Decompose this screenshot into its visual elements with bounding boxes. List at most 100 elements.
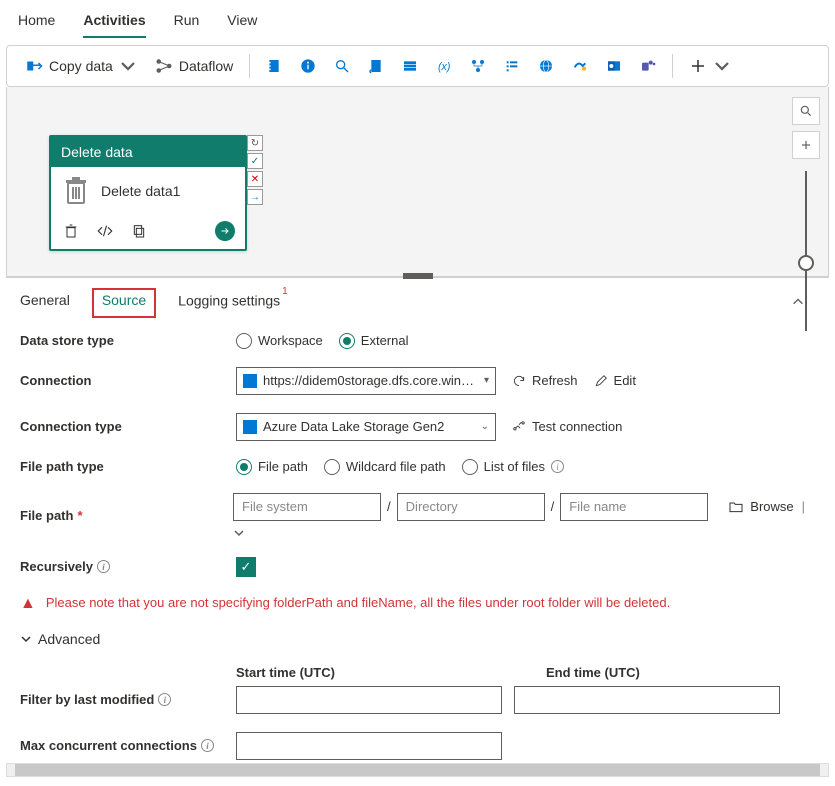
canvas-add-button[interactable] (792, 131, 820, 159)
handle-failure[interactable]: ✕ (247, 171, 263, 187)
connection-label: Connection (20, 373, 236, 388)
delete-activity-button[interactable] (61, 221, 81, 241)
recursively-checkbox[interactable]: ✓ (236, 557, 256, 577)
chevron-up-icon (791, 295, 805, 309)
chevron-down-icon: ⌄ (481, 421, 489, 432)
zoom-slider-thumb[interactable] (798, 255, 814, 271)
search-icon (799, 104, 813, 118)
tab-home[interactable]: Home (18, 8, 55, 38)
list-icon (504, 57, 520, 75)
handle-success[interactable]: ✓ (247, 153, 263, 169)
notebook-button[interactable] (260, 52, 288, 80)
canvas-search-button[interactable] (792, 97, 820, 125)
activity-card[interactable]: Delete data Delete data1 (49, 135, 247, 251)
chevron-down-icon[interactable] (233, 527, 245, 539)
test-connection-icon (512, 420, 526, 434)
outlook-button[interactable] (600, 52, 628, 80)
svg-text:(x): (x) (438, 61, 450, 73)
connection-type-combo[interactable]: Azure Data Lake Storage Gen2 ⌄ (236, 413, 496, 441)
copy-activity-button[interactable] (129, 221, 149, 241)
tab-activities[interactable]: Activities (83, 8, 145, 38)
refresh-button[interactable]: Refresh (512, 373, 578, 388)
tab-general[interactable]: General (20, 288, 70, 318)
table-button[interactable] (396, 52, 424, 80)
info-icon[interactable]: i (97, 560, 110, 573)
add-activity-button[interactable] (683, 53, 737, 79)
script-icon (368, 57, 384, 75)
info-icon[interactable]: i (201, 739, 214, 752)
webhook-button[interactable] (566, 52, 594, 80)
handle-completion[interactable]: ↻ (247, 135, 263, 151)
search-button[interactable] (328, 52, 356, 80)
end-time-input[interactable] (514, 686, 780, 714)
run-activity-button[interactable] (215, 221, 235, 241)
activity-type-label: Delete data (51, 137, 245, 167)
directory-input[interactable] (397, 493, 545, 521)
radio-list-of-files[interactable]: List of filesi (462, 459, 564, 475)
recursively-label: Recursivelyi (20, 559, 236, 574)
filter-last-modified-label: Filter by last modifiedi (20, 692, 236, 707)
collapse-panel-button[interactable] (781, 291, 815, 316)
file-path-type-label: File path type (20, 459, 236, 474)
start-time-label: Start time (UTC) (236, 665, 502, 680)
tab-run[interactable]: Run (174, 8, 200, 38)
chevron-down-icon (713, 57, 731, 75)
pipeline-icon (470, 57, 486, 75)
dataflow-button[interactable]: Dataflow (149, 53, 239, 79)
logging-badge: 1 (282, 286, 288, 297)
teams-icon (640, 57, 656, 75)
tab-source[interactable]: Source (92, 288, 156, 318)
arrow-right-icon (219, 225, 231, 237)
copy-data-button[interactable]: Copy data (19, 53, 143, 79)
radio-workspace[interactable]: Workspace (236, 333, 323, 349)
list-button[interactable] (498, 52, 526, 80)
chevron-down-icon: ▾ (484, 375, 489, 386)
tab-view[interactable]: View (227, 8, 257, 38)
data-store-type-label: Data store type (20, 333, 236, 348)
webhook-icon (572, 57, 588, 75)
datasource-icon (243, 420, 257, 434)
advanced-toggle[interactable]: Advanced (20, 631, 815, 647)
radio-file-path[interactable]: File path (236, 459, 308, 475)
info-icon[interactable]: i (551, 460, 564, 473)
web-button[interactable] (532, 52, 560, 80)
test-connection-button[interactable]: Test connection (512, 419, 622, 434)
tab-logging[interactable]: Logging settings1 (178, 288, 286, 319)
panel-splitter[interactable] (403, 273, 433, 279)
activity-name: Delete data1 (101, 183, 180, 199)
outlook-icon (606, 57, 622, 75)
max-concurrent-input[interactable] (236, 732, 502, 760)
horizontal-scrollbar[interactable] (6, 763, 829, 777)
browse-button[interactable]: Browse (728, 499, 793, 515)
pipeline-canvas[interactable]: Delete data Delete data1 ↻ ✓ ✕ → (6, 87, 829, 277)
max-concurrent-label: Max concurrent connectionsi (20, 738, 236, 753)
radio-external[interactable]: External (339, 333, 409, 349)
info-icon (300, 57, 316, 75)
connection-type-label: Connection type (20, 419, 236, 434)
edit-button[interactable]: Edit (594, 373, 636, 388)
plus-icon (689, 57, 707, 75)
start-time-input[interactable] (236, 686, 502, 714)
search-icon (334, 57, 350, 75)
teams-button[interactable] (634, 52, 662, 80)
pencil-icon (594, 374, 608, 388)
code-button[interactable] (95, 221, 115, 241)
info-button[interactable] (294, 52, 322, 80)
properties-panel: General Source Logging settings1 Data st… (6, 277, 829, 786)
variable-button[interactable]: (x) (430, 52, 458, 80)
toolbar: Copy data Dataflow (x) (6, 45, 829, 87)
filesystem-input[interactable] (233, 493, 381, 521)
folder-icon (728, 499, 744, 515)
handle-skip[interactable]: → (247, 189, 263, 205)
radio-wildcard[interactable]: Wildcard file path (324, 459, 446, 475)
end-time-label: End time (UTC) (546, 665, 812, 680)
warning-text: Please note that you are not specifying … (46, 595, 670, 610)
info-icon[interactable]: i (158, 693, 171, 706)
filename-input[interactable] (560, 493, 708, 521)
script-button[interactable] (362, 52, 390, 80)
globe-icon (538, 57, 554, 75)
connection-combo[interactable]: https://didem0storage.dfs.core.wind... ▾ (236, 367, 496, 395)
pipeline-button[interactable] (464, 52, 492, 80)
dataflow-icon (155, 57, 173, 75)
plus-icon (799, 138, 813, 152)
